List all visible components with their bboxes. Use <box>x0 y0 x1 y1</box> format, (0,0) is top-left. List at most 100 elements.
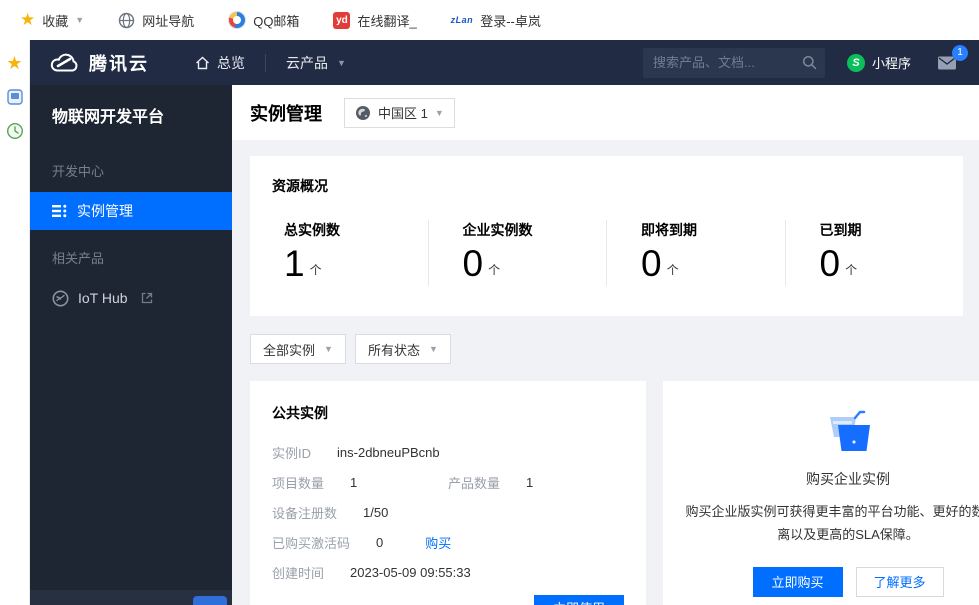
page-title: 实例管理 <box>250 100 322 126</box>
favorites-star-icon[interactable]: ★ <box>6 54 22 72</box>
stat-unit: 个 <box>667 261 679 286</box>
overview-stats: 总实例数 1 个 企业实例数 0 个 <box>250 220 963 286</box>
filter-row: 全部实例 ▼ 所有状态 ▼ <box>250 334 963 364</box>
cloud-logo-icon <box>50 52 80 73</box>
tencent-cloud-logo[interactable]: 腾讯云 <box>50 50 149 76</box>
nav-cloud-products[interactable]: 云产品 ▼ <box>286 53 346 73</box>
bookmark-label: 在线翻译_ <box>357 11 416 30</box>
nav-products-label: 云产品 <box>286 53 328 73</box>
learn-more-button[interactable]: 了解更多 <box>856 567 944 597</box>
nav-overview-label: 总览 <box>217 53 245 73</box>
zlan-icon: zLan <box>451 15 474 25</box>
field-value: 0 <box>376 535 383 550</box>
notification-badge: 1 <box>952 45 968 61</box>
filter-label: 全部实例 <box>263 340 315 359</box>
field-value: 1/50 <box>363 505 388 520</box>
filter-status[interactable]: 所有状态 ▼ <box>355 334 451 364</box>
sidebar-title: 物联网开发平台 <box>30 103 232 127</box>
sidebar-section-related-products: 相关产品 <box>30 248 232 267</box>
field-created-time: 创建时间 2023-05-09 09:55:33 <box>272 563 624 582</box>
bookmark-qq-mail[interactable]: QQ邮箱 <box>228 11 299 30</box>
bookmark-translate[interactable]: yd 在线翻译_ <box>333 11 416 30</box>
region-selector[interactable]: 中国区 1 ▼ <box>344 98 455 128</box>
shopping-cart-icon <box>822 409 874 455</box>
field-counts: 项目数量 1 产品数量 1 <box>272 473 624 492</box>
bookmark-nav[interactable]: 网址导航 <box>118 11 194 30</box>
message-center[interactable]: 1 <box>937 55 957 71</box>
field-label: 已购买激活码 <box>272 533 350 552</box>
resource-overview-card: 资源概况 总实例数 1 个 企业实例数 <box>250 156 963 316</box>
filter-label: 所有状态 <box>368 340 420 359</box>
promo-title: 购买企业实例 <box>806 469 890 489</box>
stat-expiring-soon: 即将到期 0 个 <box>606 220 785 286</box>
monitor-icon[interactable] <box>6 88 24 106</box>
content-scroll-area[interactable]: 资源概况 总实例数 1 个 企业实例数 <box>232 140 979 605</box>
field-value: ins-2dbneuPBcnb <box>337 445 440 460</box>
buy-now-button[interactable]: 立即购买 <box>753 567 843 597</box>
chevron-down-icon: ▼ <box>75 15 84 25</box>
field-value: 2023-05-09 09:55:33 <box>350 565 471 580</box>
page-title-bar: 实例管理 中国区 1 ▼ <box>232 85 979 140</box>
region-globe-icon <box>355 105 371 121</box>
chevron-down-icon: ▼ <box>337 58 346 68</box>
field-label: 产品数量 <box>448 473 500 492</box>
bookmark-label: 登录--卓岚 <box>480 11 541 30</box>
bookmark-favorites[interactable]: ★ 收藏 ▼ <box>20 10 84 30</box>
home-icon <box>195 56 210 70</box>
search-input[interactable] <box>653 55 802 70</box>
region-label: 中国区 1 <box>378 103 428 122</box>
iot-hub-icon <box>52 290 69 307</box>
field-label: 创建时间 <box>272 563 324 582</box>
chevron-down-icon: ▼ <box>429 344 438 354</box>
stat-label: 总实例数 <box>284 220 428 240</box>
sidebar-item-instance-management[interactable]: 实例管理 <box>30 192 232 230</box>
stat-enterprise-instances: 企业实例数 0 个 <box>428 220 607 286</box>
promo-description: 购买企业版实例可获得更丰富的平台功能、更好的数据隔离以及更高的SLA保障。 <box>685 501 979 547</box>
sidebar-item-iot-hub[interactable]: IoT Hub <box>30 279 232 317</box>
bookmark-label: QQ邮箱 <box>253 11 299 30</box>
bookmark-login[interactable]: zLan 登录--卓岚 <box>451 11 541 30</box>
field-instance-id: 实例ID ins-2dbneuPBcnb <box>272 443 624 462</box>
console-header: 腾讯云 总览 云产品 ▼ S 小程序 1 <box>30 40 979 85</box>
stat-label: 已到期 <box>820 220 964 240</box>
buy-codes-link[interactable]: 购买 <box>425 533 451 552</box>
sidebar-section-dev-center: 开发中心 <box>30 161 232 180</box>
main-content: 实例管理 中国区 1 ▼ 资源概况 <box>232 85 979 605</box>
sidebar-item-label: IoT Hub <box>78 290 128 306</box>
search-icon[interactable] <box>802 55 817 70</box>
stat-value: 0 <box>641 242 662 286</box>
stat-total-instances: 总实例数 1 个 <box>250 220 428 286</box>
field-value: 1 <box>350 475 357 490</box>
clock-icon[interactable] <box>6 122 24 140</box>
chevron-down-icon: ▼ <box>435 108 444 118</box>
external-link-icon <box>141 292 153 304</box>
browser-side-strip: ★ <box>0 40 30 605</box>
miniprogram-entry[interactable]: S 小程序 <box>847 53 911 72</box>
field-label: 实例ID <box>272 443 311 462</box>
sidebar: 物联网开发平台 开发中心 实例管理 相关产品 IoT Hub <box>30 85 232 605</box>
stat-unit: 个 <box>488 261 500 286</box>
helper-bubble[interactable] <box>193 596 227 605</box>
use-now-button[interactable]: 立即使用 <box>534 595 624 605</box>
bookmark-label: 网址导航 <box>142 11 194 30</box>
stat-value: 0 <box>820 242 841 286</box>
stat-value: 0 <box>463 242 484 286</box>
youdao-icon: yd <box>333 12 350 29</box>
stat-label: 企业实例数 <box>463 220 607 240</box>
brand-name: 腾讯云 <box>89 50 149 76</box>
star-icon: ★ <box>20 10 35 30</box>
header-search[interactable] <box>643 48 825 78</box>
sidebar-item-label: 实例管理 <box>77 201 133 221</box>
stat-unit: 个 <box>845 261 857 286</box>
filter-instance-type[interactable]: 全部实例 ▼ <box>250 334 346 364</box>
overview-title: 资源概况 <box>250 176 963 196</box>
browser-bookmarks-bar: ★ 收藏 ▼ 网址导航 QQ邮箱 yd 在线翻译_ zLan 登录--卓岚 <box>0 0 979 40</box>
instance-list-icon <box>52 204 68 218</box>
field-device-registrations: 设备注册数 1/50 <box>272 503 624 522</box>
field-label: 设备注册数 <box>272 503 337 522</box>
miniprogram-label: 小程序 <box>872 53 911 72</box>
bookmark-label: 收藏 <box>42 11 68 30</box>
stat-value: 1 <box>284 242 305 286</box>
public-instance-card: 公共实例 实例ID ins-2dbneuPBcnb 项目数量 1 <box>250 381 646 605</box>
nav-overview[interactable]: 总览 <box>195 53 245 73</box>
